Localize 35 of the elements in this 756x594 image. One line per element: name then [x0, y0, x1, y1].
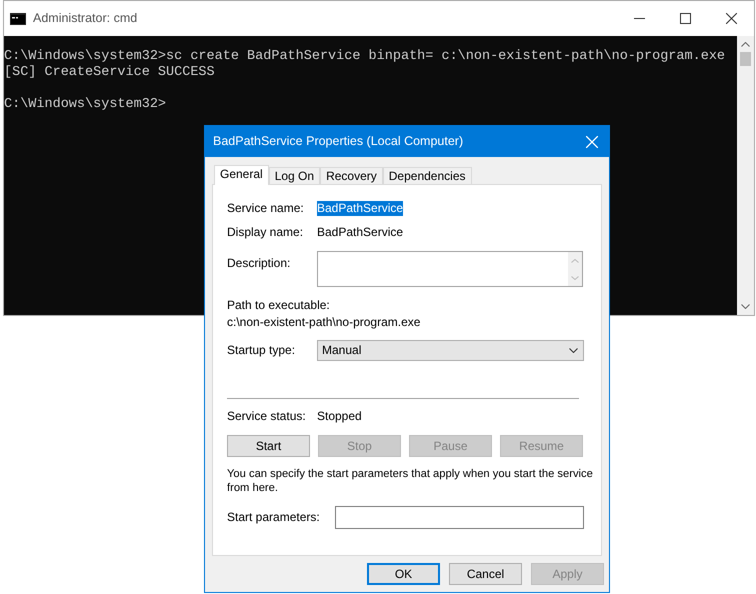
dialog-title: BadPathService Properties (Local Computer): [213, 133, 464, 150]
field-label: Service status:: [227, 409, 307, 424]
hint-text: You can specify the start parameters that apply when you start the service from here.: [227, 467, 594, 495]
start-parameters-field[interactable]: [335, 506, 584, 529]
console-icon: [10, 12, 26, 24]
tab[interactable]: Log On: [268, 167, 320, 184]
field-label: Startup type:: [227, 343, 296, 358]
dialog-button[interactable]: OK: [367, 563, 440, 585]
console-line: [SC] CreateService SUCCESS: [4, 65, 216, 81]
path-value: c:\non-existent-path\no-program.exe: [227, 315, 422, 330]
field-label: Display name:: [227, 225, 304, 240]
status-value: Stopped: [317, 409, 362, 424]
chevron-down-icon: [569, 348, 578, 353]
window-title: Administrator: cmd: [33, 10, 138, 28]
minimize-icon: [634, 18, 644, 19]
tab[interactable]: Recovery: [320, 167, 383, 184]
tab[interactable]: General: [214, 165, 269, 185]
close-icon: [586, 136, 598, 148]
field-label: Start parameters:: [227, 510, 321, 525]
scrollbar-thumb[interactable]: [740, 52, 751, 66]
startup-type-dropdown[interactable]: Manual: [317, 340, 584, 361]
console-line: C:\Windows\system32>: [4, 97, 168, 113]
close-icon: [726, 13, 736, 24]
display-name-value: BadPathService: [317, 225, 404, 240]
tab[interactable]: Dependencies: [382, 167, 472, 184]
field-label: Description:: [227, 256, 292, 272]
field-label: Service name:: [227, 201, 305, 216]
scrollbar[interactable]: [737, 36, 754, 315]
dialog-button[interactable]: Cancel: [449, 563, 522, 585]
service-name-value[interactable]: BadPathService: [317, 201, 404, 216]
console-line: C:\Windows\system32>sc create BadPathService binpath= c:\non-existent-path\no-program.exe: [4, 49, 726, 65]
description-field[interactable]: [317, 251, 583, 287]
maximize-icon: [680, 13, 690, 24]
service-button[interactable]: Start: [227, 435, 310, 457]
field-label: Path to executable:: [227, 298, 331, 313]
